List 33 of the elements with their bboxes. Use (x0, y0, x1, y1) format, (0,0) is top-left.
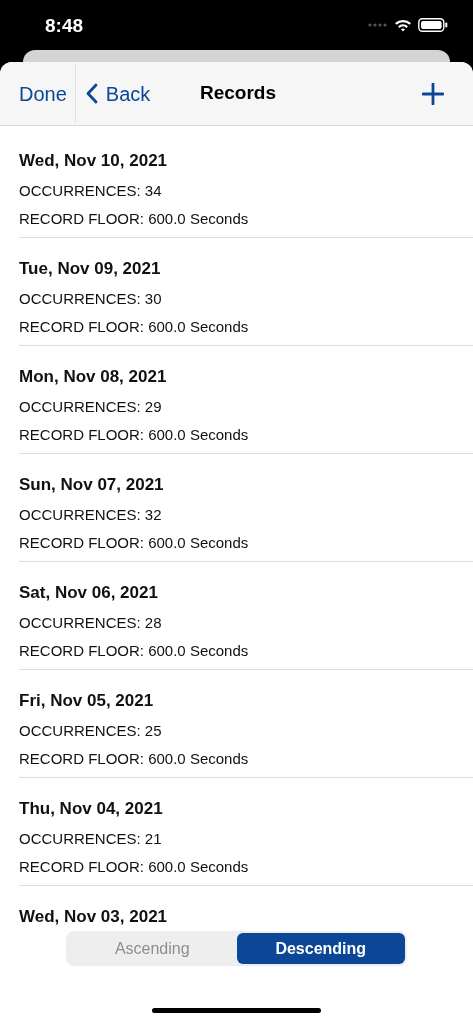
record-floor-text: RECORD FLOOR: 600.0 Seconds (19, 425, 249, 445)
wifi-icon (394, 18, 412, 32)
occurrences-text: OCCURRENCES: 30 (19, 289, 162, 309)
chevron-left-icon (85, 83, 98, 104)
signal-dots-icon (368, 23, 388, 27)
occurrences-text: OCCURRENCES: 29 (19, 397, 162, 417)
plus-icon (422, 82, 444, 105)
record-floor-text: RECORD FLOOR: 600.0 Seconds (19, 209, 249, 229)
record-date: Wed, Nov 10, 2021 (19, 150, 168, 172)
record-date: Sat, Nov 06, 2021 (19, 582, 158, 604)
record-floor-text: RECORD FLOOR: 600.0 Seconds (19, 857, 249, 877)
record-floor-text: RECORD FLOOR: 600.0 Seconds (19, 533, 249, 553)
record-date: Mon, Nov 08, 2021 (19, 366, 167, 388)
occurrences-text: OCCURRENCES: 34 (19, 181, 162, 201)
record-floor-text: RECORD FLOOR: 600.0 Seconds (19, 317, 249, 337)
record-date: Fri, Nov 05, 2021 (19, 690, 154, 712)
occurrences-text: OCCURRENCES: 25 (19, 721, 162, 741)
record-floor-text: RECORD FLOOR: 600.0 Seconds (19, 641, 249, 661)
record-date: Wed, Nov 03, 2021 (19, 906, 168, 928)
record-floor-text: RECORD FLOOR: 600.0 Seconds (19, 749, 249, 769)
back-button[interactable]: Back (85, 78, 151, 109)
battery-icon (418, 18, 448, 32)
occurrences-text: OCCURRENCES: 21 (19, 829, 162, 849)
record-date: Thu, Nov 04, 2021 (19, 798, 163, 820)
occurrences-text: OCCURRENCES: 28 (19, 613, 162, 633)
status-time: 8:48 (45, 13, 84, 38)
navigation-title: Records (200, 81, 277, 106)
done-button[interactable]: Done (0, 62, 75, 125)
occurrences-text: OCCURRENCES: 32 (19, 505, 162, 525)
sort-segment[interactable]: Descending (236, 933, 405, 964)
record-date: Sun, Nov 07, 2021 (19, 474, 164, 496)
add-button[interactable] (422, 82, 444, 105)
record-date: Tue, Nov 09, 2021 (19, 258, 161, 280)
